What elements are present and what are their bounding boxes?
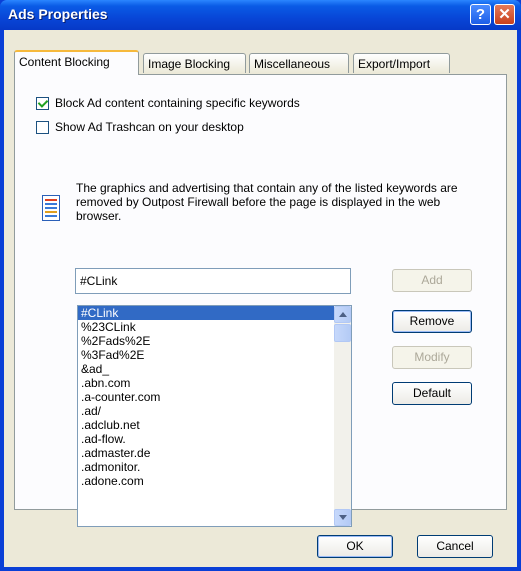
list-item[interactable]: %2Fads%2E (78, 334, 335, 348)
default-button[interactable]: Default (392, 382, 472, 405)
keyword-input[interactable]: #CLink (75, 268, 351, 294)
scroll-up-arrow-icon[interactable] (334, 306, 351, 323)
block-keywords-label[interactable]: Block Ad content containing specific key… (55, 96, 300, 110)
list-item[interactable]: .ad-flow. (78, 432, 335, 446)
tab-image-blocking[interactable]: Image Blocking (143, 53, 246, 73)
close-button[interactable]: ✕ (494, 4, 515, 25)
modify-button[interactable]: Modify (392, 346, 472, 369)
tab-content-blocking[interactable]: Content Blocking (14, 50, 139, 75)
list-item[interactable]: &ad_ (78, 362, 335, 376)
show-trashcan-checkbox[interactable] (36, 121, 49, 134)
keyword-listbox[interactable]: #CLink %23CLink %2Fads%2E %3Fad%2E &ad_ … (77, 305, 352, 527)
tab-miscellaneous[interactable]: Miscellaneous (249, 53, 349, 73)
cancel-button[interactable]: Cancel (417, 535, 493, 558)
list-item[interactable]: %23CLink (78, 320, 335, 334)
dialog-client-area: Content Blocking Image Blocking Miscella… (4, 30, 517, 567)
list-item[interactable]: .admaster.de (78, 446, 335, 460)
window-title: Ads Properties (8, 6, 108, 22)
list-item[interactable]: #CLink (78, 306, 335, 320)
list-item[interactable]: .admonitor. (78, 460, 335, 474)
document-list-icon (42, 195, 60, 221)
ads-properties-window: Ads Properties ? ✕ Content Blocking Imag… (0, 0, 521, 571)
keyword-list: #CLink %23CLink %2Fads%2E %3Fad%2E &ad_ … (78, 306, 335, 488)
ok-button[interactable]: OK (317, 535, 393, 558)
scroll-down-arrow-icon[interactable] (334, 509, 351, 526)
list-item[interactable]: .ad/ (78, 404, 335, 418)
remove-button[interactable]: Remove (392, 310, 472, 333)
help-button[interactable]: ? (470, 4, 491, 25)
list-item[interactable]: .abn.com (78, 376, 335, 390)
list-item[interactable]: .adclub.net (78, 418, 335, 432)
scroll-thumb[interactable] (334, 324, 351, 342)
list-item[interactable]: %3Fad%2E (78, 348, 335, 362)
title-bar[interactable]: Ads Properties ? ✕ (0, 0, 521, 30)
add-button[interactable]: Add (392, 269, 472, 292)
content-blocking-panel: Block Ad content containing specific key… (14, 74, 507, 527)
listbox-scrollbar[interactable] (334, 306, 351, 526)
list-item[interactable]: .a-counter.com (78, 390, 335, 404)
block-keywords-checkbox[interactable] (36, 97, 49, 110)
list-item[interactable]: .adone.com (78, 474, 335, 488)
tab-export-import[interactable]: Export/Import (353, 53, 450, 73)
description-text: The graphics and advertising that contai… (76, 181, 458, 223)
show-trashcan-label[interactable]: Show Ad Trashcan on your desktop (55, 120, 244, 134)
